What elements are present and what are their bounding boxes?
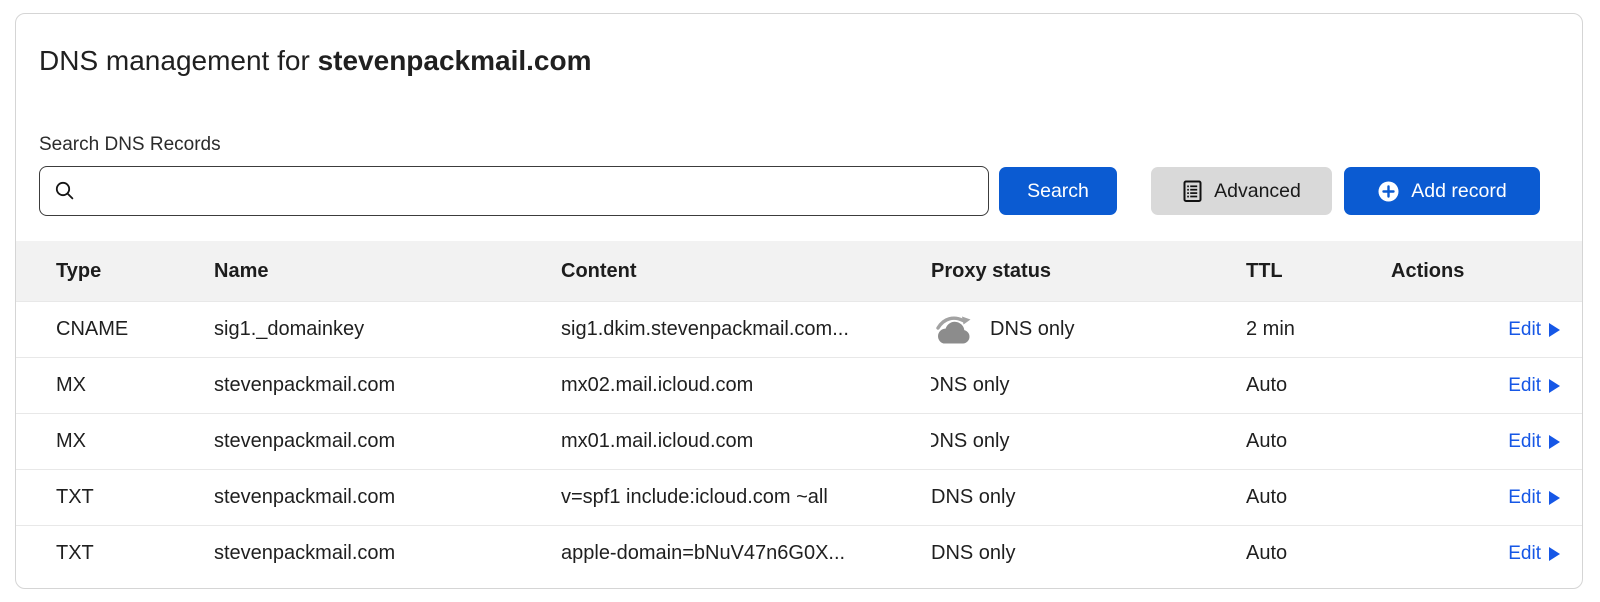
edit-arrow-icon (1549, 547, 1560, 561)
search-toolbar: Search Advanced Add record (39, 166, 1559, 216)
add-record-button-label: Add record (1411, 180, 1506, 203)
record-actions: Edit (1391, 487, 1582, 509)
header-actions: Actions (1391, 260, 1582, 283)
record-name: stevenpackmail.com (214, 486, 561, 509)
edit-link-label: Edit (1508, 487, 1541, 509)
proxy-status-label: DNS only (931, 430, 1009, 453)
page-title-prefix: DNS management for (39, 45, 318, 76)
plus-circle-icon (1377, 180, 1400, 203)
record-content: mx01.mail.icloud.com (561, 430, 931, 453)
record-ttl: Auto (1246, 486, 1391, 509)
dns-only-cloud-icon (931, 313, 977, 347)
record-content: sig1.dkim.stevenpackmail.com... (561, 318, 931, 341)
search-button[interactable]: Search (999, 167, 1117, 215)
record-type: TXT (56, 542, 214, 565)
record-ttl: 2 min (1246, 318, 1391, 341)
advanced-button-label: Advanced (1214, 180, 1301, 203)
edit-arrow-icon (1549, 323, 1560, 337)
advanced-button[interactable]: Advanced (1151, 167, 1332, 215)
edit-link-label: Edit (1508, 319, 1541, 341)
edit-link[interactable]: Edit (1508, 487, 1560, 509)
record-actions: Edit (1391, 375, 1582, 397)
record-name: stevenpackmail.com (214, 374, 561, 397)
record-proxy-status: DNS only (931, 542, 1246, 565)
record-actions: Edit (1391, 319, 1582, 341)
edit-link[interactable]: Edit (1508, 375, 1560, 397)
record-actions: Edit (1391, 431, 1582, 453)
record-ttl: Auto (1246, 542, 1391, 565)
edit-link[interactable]: Edit (1508, 431, 1560, 453)
table-row: CNAME sig1._domainkey sig1.dkim.stevenpa… (16, 301, 1582, 357)
table-row: TXT stevenpackmail.com apple-domain=bNuV… (16, 525, 1582, 581)
edit-link-label: Edit (1508, 375, 1541, 397)
record-type: MX (56, 374, 214, 397)
dns-management-card: DNS management for stevenpackmail.com Se… (15, 13, 1583, 589)
table-row: MX stevenpackmail.com mx01.mail.icloud.c… (16, 413, 1582, 469)
record-content: apple-domain=bNuV47n6G0X... (561, 542, 931, 565)
edit-link[interactable]: Edit (1508, 543, 1560, 565)
record-type: CNAME (56, 318, 214, 341)
table-header-row: Type Name Content Proxy status TTL Actio… (16, 241, 1582, 301)
record-content: v=spf1 include:icloud.com ~all (561, 486, 931, 509)
record-proxy-status: DNS only (931, 313, 1246, 347)
header-type: Type (56, 260, 214, 283)
edit-arrow-icon (1549, 491, 1560, 505)
record-type: MX (56, 430, 214, 453)
page-title-domain: stevenpackmail.com (318, 45, 592, 76)
record-ttl: Auto (1246, 430, 1391, 453)
add-record-button[interactable]: Add record (1344, 167, 1540, 215)
record-name: stevenpackmail.com (214, 430, 561, 453)
record-content: mx02.mail.icloud.com (561, 374, 931, 397)
edit-link[interactable]: Edit (1508, 319, 1560, 341)
advanced-list-icon (1182, 180, 1203, 203)
record-name: sig1._domainkey (214, 318, 561, 341)
edit-arrow-icon (1549, 379, 1560, 393)
header-ttl: TTL (1246, 260, 1391, 283)
edit-link-label: Edit (1508, 431, 1541, 453)
table-row: TXT stevenpackmail.com v=spf1 include:ic… (16, 469, 1582, 525)
page-title: DNS management for stevenpackmail.com (39, 44, 1559, 78)
header-proxy-status: Proxy status (931, 260, 1246, 283)
record-ttl: Auto (1246, 374, 1391, 397)
search-box[interactable] (39, 166, 989, 216)
header-content: Content (561, 260, 931, 283)
record-proxy-status: DNS only (931, 486, 1246, 509)
record-proxy-status: 10 DNS only (931, 427, 1246, 457)
table-row: MX stevenpackmail.com mx02.mail.icloud.c… (16, 357, 1582, 413)
proxy-status-label: DNS only (931, 542, 1015, 565)
record-type: TXT (56, 486, 214, 509)
proxy-status-label: DNS only (931, 486, 1015, 509)
proxy-status-label: DNS only (931, 374, 1009, 397)
edit-arrow-icon (1549, 435, 1560, 449)
dns-records-table: Type Name Content Proxy status TTL Actio… (16, 241, 1582, 581)
search-input[interactable] (86, 167, 974, 215)
record-name: stevenpackmail.com (214, 542, 561, 565)
header-name: Name (214, 260, 561, 283)
search-label: Search DNS Records (39, 134, 1559, 156)
edit-link-label: Edit (1508, 543, 1541, 565)
record-actions: Edit (1391, 543, 1582, 565)
search-icon (54, 180, 76, 202)
proxy-status-label: DNS only (990, 318, 1074, 341)
record-proxy-status: 20 DNS only (931, 371, 1246, 401)
